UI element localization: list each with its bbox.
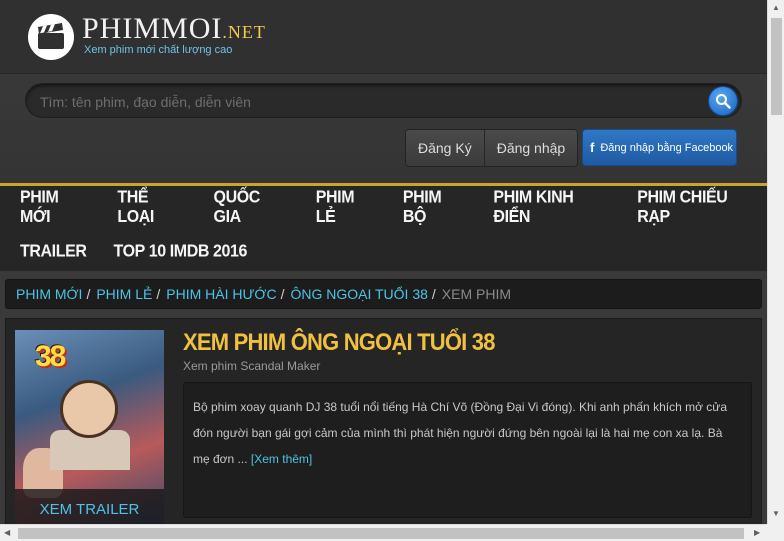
- nav-item-quoc-gia[interactable]: QUỐC GIA: [194, 184, 289, 232]
- site-tagline: Xem phim mới chất lượng cao: [84, 44, 233, 56]
- facebook-login-button[interactable]: f Đăng nhập bằng Facebook: [582, 129, 737, 166]
- breadcrumb-item[interactable]: ÔNG NGOẠI TUỔI 38: [290, 286, 427, 302]
- breadcrumb-separator: /: [280, 286, 285, 302]
- main-nav: PHIM MỚI THỂ LOẠI QUỐC GIA PHIM LẺ PHIM …: [0, 183, 767, 271]
- poster-figure: [60, 380, 118, 438]
- auth-buttons: Đăng Ký Đăng nhập: [405, 129, 579, 167]
- movie-panel: 38 XEM TRAILER XEM PHIM ÔNG NGOẠI TUỔI 3…: [5, 318, 762, 529]
- register-button[interactable]: Đăng Ký: [406, 130, 484, 166]
- nav-item-phim-le[interactable]: PHIM LẺ: [296, 184, 376, 232]
- logo-name: PHIMMOI: [82, 12, 223, 45]
- top-bar: PHIMMOI.NET Xem phim mới chất lượng cao: [0, 0, 767, 74]
- movie-title: XEM PHIM ÔNG NGOẠI TUỔI 38: [183, 328, 495, 356]
- logo-suffix: .NET: [222, 22, 266, 42]
- breadcrumb-separator: /: [86, 286, 91, 302]
- horizontal-scrollbar[interactable]: ◀ ▶: [0, 524, 767, 541]
- vertical-scroll-thumb[interactable]: [771, 18, 782, 115]
- nav-item-phim-moi[interactable]: PHIM MỚI: [0, 184, 90, 232]
- breadcrumb: PHIM MỚI / PHIM LẺ / PHIM HÀI HƯỚC / ÔNG NG…: [5, 279, 762, 309]
- site-header: PHIMMOI.NET Xem phim mới chất lượng cao …: [0, 0, 767, 183]
- scrollbar-corner: [767, 524, 784, 541]
- nav-item-the-loai[interactable]: THỂ LOẠI: [97, 184, 186, 232]
- nav-item-phim-chieu-rap[interactable]: PHIM CHIẾU RẠP: [617, 184, 760, 232]
- movie-description: Bộ phim xoay quanh DJ 38 tuổi nổi tiếng …: [183, 382, 752, 518]
- facebook-login-label: Đăng nhập bằng Facebook: [600, 141, 734, 154]
- movie-subtitle: Xem phim Scandal Maker: [183, 359, 321, 373]
- scroll-up-icon[interactable]: ▲: [772, 4, 780, 12]
- nav-item-phim-kinh-dien[interactable]: PHIM KINH ĐIỂN: [473, 184, 610, 232]
- breadcrumb-separator: /: [156, 286, 161, 302]
- breadcrumb-separator: /: [431, 286, 436, 302]
- site-logo[interactable]: PHIMMOI.NET: [82, 12, 266, 46]
- vertical-scrollbar[interactable]: ▲ ▼: [767, 0, 784, 524]
- nav-item-top10-imdb[interactable]: TOP 10 IMDB 2016: [94, 228, 248, 276]
- search-bar: [25, 83, 742, 118]
- breadcrumb-item[interactable]: PHIM HÀI HƯỚC: [166, 286, 276, 302]
- horizontal-scroll-thumb[interactable]: [18, 528, 744, 539]
- movie-poster[interactable]: 38 XEM TRAILER: [15, 330, 164, 529]
- scroll-left-icon[interactable]: ◀: [4, 529, 10, 537]
- nav-row-2: TRAILER TOP 10 IMDB 2016: [0, 230, 254, 274]
- facebook-icon: f: [590, 140, 595, 155]
- search-icon: [716, 94, 731, 109]
- breadcrumb-item[interactable]: PHIM MỚI: [16, 286, 82, 302]
- watch-trailer-button[interactable]: XEM TRAILER: [15, 489, 164, 529]
- search-input[interactable]: [40, 92, 680, 112]
- poster-title: 38: [35, 340, 66, 373]
- search-button[interactable]: [708, 86, 738, 116]
- scroll-down-icon[interactable]: ▼: [772, 510, 780, 518]
- nav-item-phim-bo[interactable]: PHIM BỘ: [383, 184, 467, 232]
- clapperboard-icon[interactable]: [28, 14, 74, 60]
- nav-item-trailer[interactable]: TRAILER: [0, 228, 87, 276]
- login-button[interactable]: Đăng nhập: [483, 130, 578, 166]
- read-more-link[interactable]: [Xem thêm]: [251, 452, 312, 466]
- nav-row-1: PHIM MỚI THỂ LOẠI QUỐC GIA PHIM LẺ PHIM …: [0, 186, 767, 230]
- breadcrumb-current: XEM PHIM: [441, 286, 512, 302]
- breadcrumb-item[interactable]: PHIM LẺ: [96, 286, 152, 302]
- scroll-right-icon[interactable]: ▶: [754, 529, 760, 537]
